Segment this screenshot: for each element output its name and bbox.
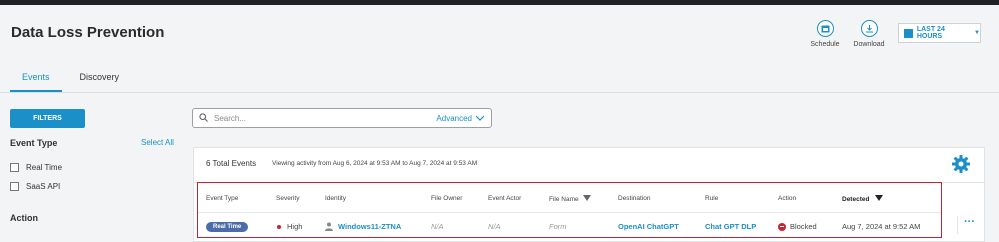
real-time-checkbox[interactable]: Real Time bbox=[10, 163, 62, 172]
tab-events[interactable]: Events bbox=[10, 72, 62, 92]
saas-api-checkbox[interactable]: SaaS API bbox=[10, 182, 60, 191]
action-heading: Action bbox=[10, 213, 38, 223]
checkbox-box[interactable] bbox=[10, 163, 19, 172]
search-icon bbox=[199, 109, 208, 127]
time-range-label: LAST 24 HOURS bbox=[916, 26, 945, 40]
tab-bar: Events Discovery bbox=[10, 72, 137, 92]
calendar-icon bbox=[904, 28, 913, 38]
viewing-range-text: Viewing activity from Aug 6, 2024 at 9:5… bbox=[272, 160, 478, 167]
download-button[interactable]: Download bbox=[846, 20, 892, 48]
gear-icon[interactable] bbox=[951, 154, 971, 174]
checkbox-box[interactable] bbox=[10, 182, 19, 191]
advanced-search-toggle[interactable]: Advanced bbox=[436, 114, 485, 123]
advanced-label: Advanced bbox=[436, 113, 472, 123]
tab-discovery[interactable]: Discovery bbox=[80, 72, 120, 92]
schedule-button[interactable]: Schedule bbox=[802, 20, 848, 48]
divider bbox=[0, 92, 999, 93]
select-all-link[interactable]: Select All bbox=[141, 138, 174, 147]
schedule-label: Schedule bbox=[810, 41, 840, 48]
highlight-box bbox=[197, 182, 942, 238]
download-label: Download bbox=[853, 41, 885, 48]
download-icon bbox=[860, 20, 878, 37]
total-events: 6 Total Events bbox=[206, 159, 257, 168]
chevron-down-icon bbox=[475, 115, 485, 121]
checkbox-label: Real Time bbox=[26, 163, 63, 172]
filters-button[interactable]: FILTERS bbox=[10, 109, 85, 128]
top-bar bbox=[0, 0, 999, 5]
row-more-options-button[interactable]: ··· bbox=[957, 216, 981, 234]
event-type-heading: Event Type bbox=[10, 138, 58, 148]
calendar-icon bbox=[816, 20, 834, 37]
search-bar[interactable]: Search... Advanced bbox=[192, 108, 492, 128]
search-input[interactable]: Search... bbox=[214, 114, 436, 123]
caret-down-icon: ▼ bbox=[974, 30, 980, 36]
checkbox-label: SaaS API bbox=[26, 182, 61, 191]
time-range-select[interactable]: LAST 24 HOURS ▼ bbox=[898, 23, 981, 43]
page-title: Data Loss Prevention bbox=[11, 24, 165, 41]
